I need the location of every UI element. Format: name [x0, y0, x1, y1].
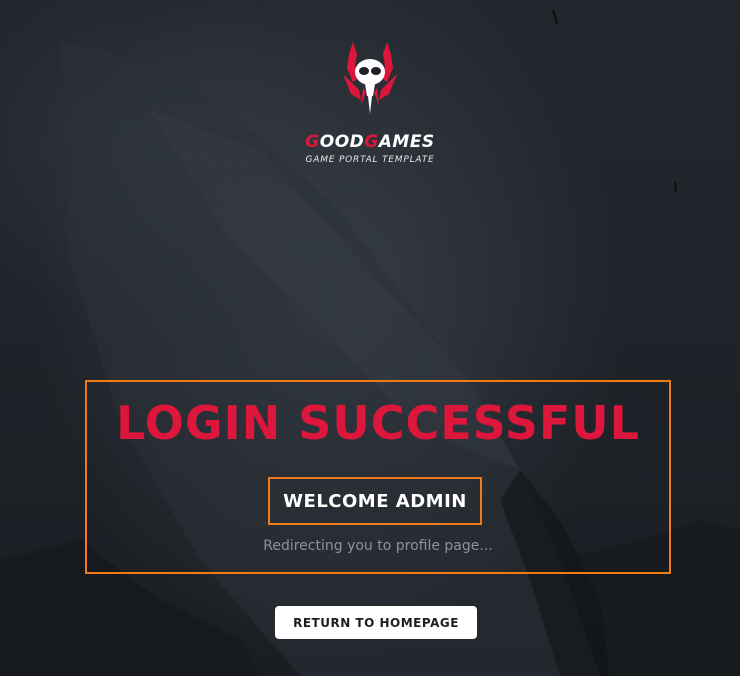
welcome-message: WELCOME ADMIN [268, 477, 482, 525]
skull-logo-icon [343, 42, 397, 114]
redirect-message: Redirecting you to profile page... [263, 538, 493, 554]
return-home-button[interactable]: RETURN TO HOMEPAGE [275, 606, 477, 639]
brand-logo[interactable]: GOODGAMES GAME PORTAL TEMPLATE [0, 38, 740, 165]
brand-subtitle: GAME PORTAL TEMPLATE [305, 155, 435, 165]
login-result-panel: LOGIN SUCCESSFUL WELCOME ADMIN Redirecti… [85, 380, 671, 574]
brand-title: GOODGAMES [305, 132, 435, 152]
login-success-heading: LOGIN SUCCESSFUL [116, 396, 640, 450]
